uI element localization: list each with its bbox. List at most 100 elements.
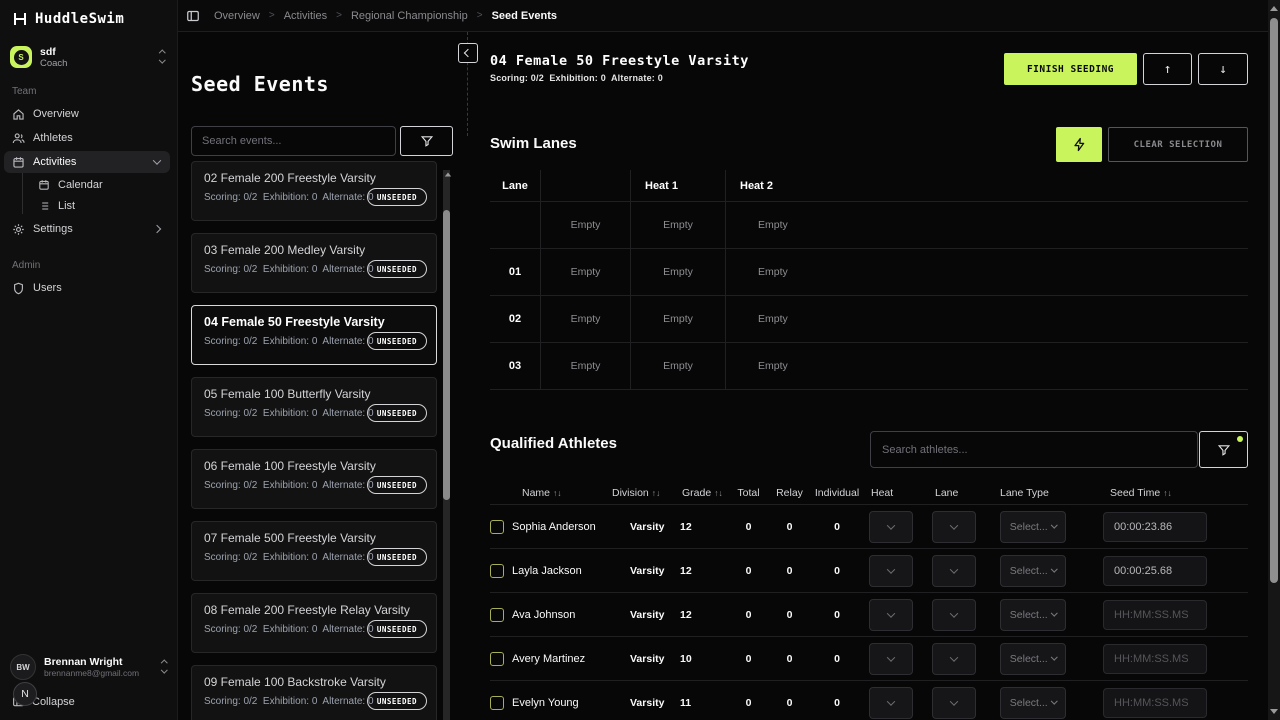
breadcrumb-item[interactable]: Regional Championship <box>351 10 468 22</box>
sidebar-item-settings[interactable]: Settings <box>4 218 170 240</box>
heat-dropdown[interactable] <box>869 511 913 543</box>
heat-dropdown[interactable] <box>869 643 913 675</box>
lane-slot-empty[interactable]: Empty <box>540 249 630 295</box>
event-card[interactable]: 05 Female 100 Butterfly Varsity Scoring:… <box>191 377 437 437</box>
auto-seed-button[interactable] <box>1056 127 1102 162</box>
sidebar-item-list[interactable]: List <box>4 195 170 217</box>
profile-switcher[interactable]: BW Brennan Wright brennanme8@gmail.com <box>10 654 168 680</box>
heat-dropdown[interactable] <box>869 599 913 631</box>
lane-slot-empty[interactable]: Empty <box>725 249 1248 295</box>
athlete-checkbox[interactable] <box>490 564 504 578</box>
athlete-grade: 11 <box>680 697 725 709</box>
athlete-checkbox[interactable] <box>490 652 504 666</box>
event-title: 04 Female 50 Freestyle Varsity <box>204 315 385 329</box>
scrollbar-thumb[interactable] <box>443 210 450 500</box>
event-card[interactable]: 07 Female 500 Freestyle Varsity Scoring:… <box>191 521 437 581</box>
athlete-relay: 0 <box>772 609 807 621</box>
lane-type-select[interactable]: Select... <box>1000 687 1066 719</box>
scroll-down-arrow-icon[interactable] <box>1270 709 1278 714</box>
athlete-relay: 0 <box>772 697 807 709</box>
sidebar-item-activities[interactable]: Activities <box>4 151 170 173</box>
sidebar-item-users[interactable]: Users <box>4 277 170 299</box>
scroll-up-arrow-icon[interactable] <box>444 173 450 177</box>
event-card[interactable]: 02 Female 200 Freestyle Varsity Scoring:… <box>191 161 437 221</box>
athlete-checkbox[interactable] <box>490 520 504 534</box>
event-card[interactable]: 06 Female 100 Freestyle Varsity Scoring:… <box>191 449 437 509</box>
chevron-down-icon <box>887 565 895 573</box>
lane-dropdown[interactable] <box>932 511 976 543</box>
column-header-name[interactable]: Name↑↓ <box>512 487 612 499</box>
sidebar-section-team: Team <box>12 86 36 97</box>
breadcrumb-item[interactable]: Activities <box>284 10 327 22</box>
athlete-checkbox[interactable] <box>490 608 504 622</box>
search-athletes-input[interactable] <box>870 431 1198 468</box>
lane-dropdown[interactable] <box>932 643 976 675</box>
scroll-up-arrow-icon[interactable] <box>1270 6 1278 11</box>
sidebar-item-overview[interactable]: Overview <box>4 103 170 125</box>
lane-slot-empty[interactable]: Empty <box>540 296 630 342</box>
breadcrumb-item[interactable]: Overview <box>214 10 260 22</box>
event-card[interactable]: 09 Female 100 Backstroke Varsity Scoring… <box>191 665 437 720</box>
scrollbar-thumb[interactable] <box>1270 18 1278 583</box>
event-card-selected[interactable]: 04 Female 50 Freestyle Varsity Scoring: … <box>191 305 437 365</box>
lane-dropdown[interactable] <box>932 555 976 587</box>
lane-dropdown[interactable] <box>932 599 976 631</box>
team-switcher[interactable]: S sdf Coach <box>10 42 168 72</box>
column-header-heat2: Heat 2 <box>725 170 1248 201</box>
lane-slot-empty[interactable]: Empty <box>725 202 1248 248</box>
finish-seeding-button[interactable]: FINISH SEEDING <box>1004 53 1137 85</box>
athlete-division: Varsity <box>612 697 680 709</box>
athlete-checkbox[interactable] <box>490 696 504 710</box>
heat-dropdown[interactable] <box>869 687 913 719</box>
lane-slot-empty[interactable]: Empty <box>540 343 630 389</box>
filter-icon <box>1217 443 1231 457</box>
column-header-division[interactable]: Division↑↓ <box>612 487 680 499</box>
athletes-filter-button[interactable] <box>1199 431 1248 468</box>
lane-slot-empty[interactable]: Empty <box>630 343 725 389</box>
seed-time-input[interactable]: 00:00:25.68 <box>1103 556 1207 586</box>
lane-type-select[interactable]: Select... <box>1000 643 1066 675</box>
event-card[interactable]: 08 Female 200 Freestyle Relay Varsity Sc… <box>191 593 437 653</box>
lane-slot-empty[interactable]: Empty <box>630 202 725 248</box>
column-header-seed-time[interactable]: Seed Time↑↓ <box>1100 487 1248 499</box>
athlete-name: Ava Johnson <box>512 609 612 621</box>
next-event-button[interactable]: ↓ <box>1198 53 1248 85</box>
athlete-division: Varsity <box>612 609 680 621</box>
athlete-row: Ava Johnson Varsity 12 0 0 0 Select... H… <box>490 592 1248 636</box>
column-header-relay: Relay <box>772 487 807 499</box>
seed-time-input[interactable]: HH:MM:SS.MS <box>1103 688 1207 718</box>
heat-dropdown[interactable] <box>869 555 913 587</box>
lane-slot-empty[interactable]: Empty <box>725 296 1248 342</box>
chevron-down-icon <box>887 609 895 617</box>
lane-slot-empty[interactable]: Empty <box>540 202 630 248</box>
lane-type-select[interactable]: Select... <box>1000 555 1066 587</box>
collapse-label: Collapse <box>32 696 75 708</box>
sidebar-item-athletes[interactable]: Athletes <box>4 127 170 149</box>
qualified-athletes-title: Qualified Athletes <box>490 435 617 452</box>
column-header-unassigned <box>540 170 630 201</box>
athletes-table: Name↑↓ Division↑↓ Grade↑↓ Total Relay In… <box>490 482 1248 720</box>
event-list-scrollbar[interactable] <box>443 170 450 720</box>
column-header-grade[interactable]: Grade↑↓ <box>680 487 725 499</box>
back-button[interactable] <box>458 43 478 63</box>
search-events-input[interactable] <box>191 126 396 156</box>
page-scrollbar[interactable] <box>1268 0 1280 720</box>
sidebar-toggle-icon[interactable] <box>186 9 200 23</box>
lane-type-select[interactable]: Select... <box>1000 511 1066 543</box>
lane-dropdown[interactable] <box>932 687 976 719</box>
chevron-down-icon <box>1051 698 1057 704</box>
sidebar-item-calendar[interactable]: Calendar <box>4 174 170 196</box>
shield-icon <box>12 282 25 295</box>
clear-selection-button[interactable]: CLEAR SELECTION <box>1108 127 1248 162</box>
seed-time-input[interactable]: HH:MM:SS.MS <box>1103 600 1207 630</box>
swim-lanes-header-row: Lane Heat 1 Heat 2 <box>490 170 1248 202</box>
lane-slot-empty[interactable]: Empty <box>630 249 725 295</box>
lane-slot-empty[interactable]: Empty <box>725 343 1248 389</box>
lane-type-select[interactable]: Select... <box>1000 599 1066 631</box>
seed-time-input[interactable]: 00:00:23.86 <box>1103 512 1207 542</box>
event-card[interactable]: 03 Female 200 Medley Varsity Scoring: 0/… <box>191 233 437 293</box>
events-filter-button[interactable] <box>400 126 453 156</box>
lane-slot-empty[interactable]: Empty <box>630 296 725 342</box>
seed-time-input[interactable]: HH:MM:SS.MS <box>1103 644 1207 674</box>
prev-event-button[interactable]: ↑ <box>1143 53 1192 85</box>
